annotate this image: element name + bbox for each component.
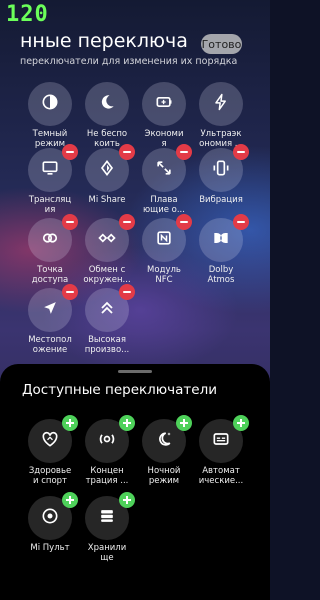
remove-toggle-button[interactable] <box>233 214 249 230</box>
toggle-button[interactable] <box>142 82 186 126</box>
cast-icon <box>40 158 60 182</box>
toggle-tile-high-performance[interactable]: Высокая произво... <box>77 284 137 355</box>
toggle-button[interactable] <box>85 214 135 262</box>
toggle-button[interactable] <box>142 415 192 463</box>
fps-counter: 120 <box>6 2 49 27</box>
add-toggle-button[interactable] <box>62 415 78 431</box>
toggle-tile-cast[interactable]: Трансляц ия <box>20 144 80 215</box>
toggle-label: Плава ющие о... <box>143 195 185 215</box>
toggle-label: Mi Пульт <box>30 543 70 553</box>
toggle-tile-battery-saver[interactable]: Экономи я <box>134 82 194 149</box>
available-toggles-sheet: Доступные переключатели Здоровье и спорт… <box>0 364 270 600</box>
toggle-button[interactable] <box>28 214 78 262</box>
toggle-tile-floating-windows[interactable]: Плава ющие о... <box>134 144 194 215</box>
nearby-share-icon <box>97 228 117 252</box>
toggle-button[interactable] <box>199 82 243 126</box>
remove-toggle-button[interactable] <box>119 284 135 300</box>
add-toggle-button[interactable] <box>233 415 249 431</box>
auto-captions-icon <box>211 429 231 453</box>
toggle-button[interactable] <box>28 492 78 540</box>
drag-handle[interactable] <box>118 370 152 373</box>
toggle-label: Высокая произво... <box>84 335 130 355</box>
remove-toggle-button[interactable] <box>62 284 78 300</box>
toggle-label: Вибрация <box>199 195 243 205</box>
add-toggle-button[interactable] <box>62 492 78 508</box>
toggle-label: Mi Share <box>88 195 126 205</box>
toggle-tile-do-not-disturb[interactable]: Не беспо коить <box>77 82 137 149</box>
remove-toggle-button[interactable] <box>119 144 135 160</box>
toggle-button[interactable] <box>28 144 78 192</box>
toggle-button[interactable] <box>142 144 192 192</box>
toggle-tile-ultra-saver[interactable]: Ультраэк ономия ... <box>191 82 251 149</box>
storage-icon <box>97 506 117 530</box>
available-tile-night-mode[interactable]: Ночной режим <box>134 415 194 486</box>
toggle-button[interactable] <box>28 415 78 463</box>
focus-icon <box>97 429 117 453</box>
done-button[interactable]: Готово <box>201 34 242 54</box>
page-title: нные переключа <box>20 30 188 52</box>
remove-toggle-button[interactable] <box>233 144 249 160</box>
toggle-tile-nearby-share[interactable]: Обмен с окружен... <box>77 214 137 285</box>
remove-toggle-button[interactable] <box>176 214 192 230</box>
toggle-button[interactable] <box>199 144 249 192</box>
vibration-icon <box>211 158 231 182</box>
toggle-button[interactable] <box>85 82 129 126</box>
available-tile-focus[interactable]: Концен трация ... <box>77 415 137 486</box>
location-icon <box>40 298 60 322</box>
add-toggle-button[interactable] <box>119 415 135 431</box>
toggle-button[interactable] <box>28 284 78 332</box>
toggle-label: Обмен с окружен... <box>83 265 131 285</box>
available-tile-auto-captions[interactable]: Автомат ические... <box>191 415 251 486</box>
toggle-label: Dolby Atmos <box>207 265 235 285</box>
remote-icon <box>40 506 60 530</box>
remove-toggle-button[interactable] <box>62 144 78 160</box>
nfc-icon <box>154 228 174 252</box>
toggle-button[interactable] <box>85 284 135 332</box>
hotspot-icon <box>40 228 60 252</box>
toggle-tile-dark-mode[interactable]: Темный режим <box>20 82 80 149</box>
add-toggle-button[interactable] <box>119 492 135 508</box>
toggle-label: Хранили ще <box>87 543 127 563</box>
toggle-label: Здоровье и спорт <box>28 466 72 486</box>
floating-windows-icon <box>154 158 174 182</box>
toggle-label: Концен трация ... <box>85 466 129 486</box>
battery-saver-icon <box>154 92 174 116</box>
remove-toggle-button[interactable] <box>62 214 78 230</box>
toggle-label: Точка доступа <box>31 265 69 285</box>
mi-share-icon <box>97 158 117 182</box>
toggle-button[interactable] <box>85 144 135 192</box>
moon-icon <box>97 92 117 116</box>
remove-toggle-button[interactable] <box>176 144 192 160</box>
available-tile-storage[interactable]: Хранили ще <box>77 492 137 563</box>
page-subtitle: переключатели для изменения их порядка <box>20 56 238 67</box>
toggle-button[interactable] <box>85 415 135 463</box>
available-toggles-title: Доступные переключатели <box>22 382 217 398</box>
toggle-label: Модуль NFC <box>147 265 181 285</box>
toggle-label: Ночной режим <box>147 466 181 486</box>
toggle-tile-hotspot[interactable]: Точка доступа <box>20 214 80 285</box>
toggle-button[interactable] <box>85 492 135 540</box>
high-performance-icon <box>97 298 117 322</box>
toggle-tile-vibration[interactable]: Вибрация <box>191 144 251 205</box>
toggle-tile-dolby-atmos[interactable]: Dolby Atmos <box>191 214 251 285</box>
toggle-tile-nfc[interactable]: Модуль NFC <box>134 214 194 285</box>
toggle-label: Автомат ические... <box>198 466 244 486</box>
bolt-icon <box>211 92 231 116</box>
dark-mode-icon <box>40 92 60 116</box>
toggle-tile-mi-share[interactable]: Mi Share <box>77 144 137 205</box>
toggle-label: Местопол ожение <box>28 335 72 355</box>
add-toggle-button[interactable] <box>176 415 192 431</box>
night-mode-icon <box>154 429 174 453</box>
toggle-button[interactable] <box>199 214 249 262</box>
available-tile-health[interactable]: Здоровье и спорт <box>20 415 80 486</box>
available-tile-mi-remote[interactable]: Mi Пульт <box>20 492 80 553</box>
toggle-button[interactable] <box>199 415 249 463</box>
toggle-label: Трансляц ия <box>28 195 72 215</box>
health-icon <box>40 429 60 453</box>
toggle-button[interactable] <box>28 82 72 126</box>
remove-toggle-button[interactable] <box>119 214 135 230</box>
dolby-icon <box>211 228 231 252</box>
toggle-button[interactable] <box>142 214 192 262</box>
toggle-tile-location[interactable]: Местопол ожение <box>20 284 80 355</box>
